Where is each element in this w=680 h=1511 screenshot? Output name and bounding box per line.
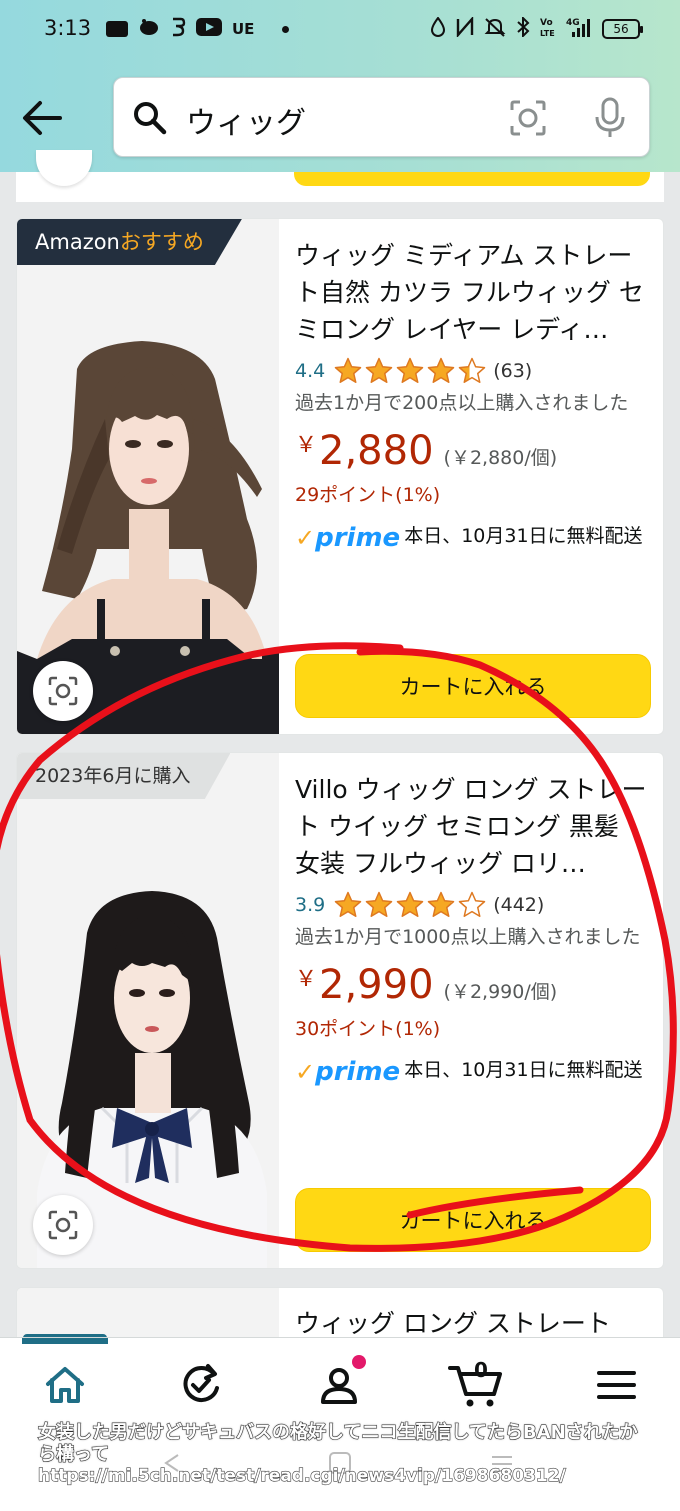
account-icon[interactable] <box>316 1362 362 1408</box>
bottom-navigation: 0 <box>0 1337 680 1433</box>
bluetooth-icon <box>516 15 530 41</box>
rating-value: 3.9 <box>295 894 326 916</box>
menu-icon[interactable] <box>594 1362 640 1408</box>
cart-button-partial[interactable] <box>294 172 650 186</box>
star-icon <box>334 891 362 917</box>
purchase-volume: 過去1か月で1000点以上購入されました <box>295 926 641 948</box>
rating-row[interactable]: 4.4 (63) <box>295 356 649 386</box>
cart-icon[interactable]: 0 <box>448 1358 504 1408</box>
battery-indicator: 56 <box>602 19 643 39</box>
back-arrow-icon[interactable] <box>20 96 64 140</box>
star-icon <box>365 357 393 383</box>
star-icon <box>334 357 362 383</box>
drop-icon <box>430 16 446 41</box>
review-count: (63) <box>493 360 533 382</box>
price: 2,990 <box>319 962 434 1008</box>
cart-count: 0 <box>474 1358 488 1382</box>
unit-price: (￥2,880/個) <box>443 447 558 469</box>
visual-search-button[interactable] <box>33 661 93 721</box>
star-icon <box>396 357 424 383</box>
price-row: ￥ 2,990 (￥2,990/個) <box>295 962 649 1008</box>
star-rating <box>333 356 487 386</box>
volte-icon: Vo LTE <box>540 16 556 42</box>
points: 30ポイント(1%) <box>295 1018 441 1040</box>
star-icon <box>365 891 393 917</box>
add-to-cart-button[interactable]: カートに入れる <box>295 654 651 718</box>
badge-recommended-text: おすすめ <box>119 230 204 254</box>
product-title[interactable]: Villo ウィッグ ロング ストレート ウイッグ セミロング 黒髪 女装 フル… <box>295 771 649 882</box>
refresh-check-icon[interactable] <box>178 1362 224 1408</box>
star-icon <box>458 357 486 383</box>
rating-value: 4.4 <box>295 360 326 382</box>
visual-search-button[interactable] <box>33 1195 93 1255</box>
rating-row[interactable]: 3.9 (442) <box>295 890 649 920</box>
piggy-icon <box>138 18 160 40</box>
camera-search-icon[interactable] <box>508 98 548 138</box>
active-tab-indicator <box>22 1338 108 1344</box>
product-info: Villo ウィッグ ロング ストレート ウイッグ セミロング 黒髪 女装 フル… <box>295 771 649 1090</box>
notification-dot <box>352 1355 366 1369</box>
prime-delivery: ✓prime 本日、10月31日に無料配送 <box>295 521 649 556</box>
previous-product-card <box>16 150 664 202</box>
points: 29ポイント(1%) <box>295 484 441 506</box>
price: 2,880 <box>319 428 434 474</box>
product-info: ウィッグ ミディアム ストレート自然 カツラ フルウィッグ セミロング レイヤー… <box>295 237 649 556</box>
overlay-caption: 女装した男だけどサキュバスの格好してニコ生配信してたらBANされたから構って <box>37 1421 638 1465</box>
signal-4g-icon: 4G <box>566 16 592 42</box>
product-image[interactable] <box>17 219 279 735</box>
product-title[interactable]: ウィッグ ロング ストレート <box>295 1304 611 1340</box>
status-right-icons: Vo LTE 4G 56 <box>430 15 643 42</box>
mute-icon <box>484 17 506 41</box>
delivery-text: 本日、10月31日に無料配送 <box>404 1059 643 1081</box>
product-title[interactable]: ウィッグ ミディアム ストレート自然 カツラ フルウィッグ セミロング レイヤー… <box>295 237 649 348</box>
carrier-tag: UE <box>232 20 255 38</box>
microphone-icon[interactable] <box>590 96 630 140</box>
star-rating <box>333 890 487 920</box>
status-bar: 3:13 UE Vo LTE 4G 56 <box>0 0 680 60</box>
status-left-icons: UE <box>106 17 290 41</box>
youtube-icon <box>196 18 222 40</box>
star-icon <box>427 357 455 383</box>
dot-icon <box>282 25 290 33</box>
add-to-cart-button[interactable]: カートに入れる <box>295 1188 651 1252</box>
prime-delivery: ✓prime 本日、10月31日に無料配送 <box>295 1055 649 1090</box>
svg-text:Vo: Vo <box>540 18 553 28</box>
product-image-pane[interactable] <box>17 219 279 734</box>
review-count: (442) <box>493 894 545 916</box>
prime-logo-icon: ✓prime <box>295 1057 401 1087</box>
star-icon <box>396 891 424 917</box>
lens-icon <box>48 1210 78 1240</box>
delivery-text: 本日、10月31日に無料配送 <box>404 525 643 547</box>
search-icon <box>132 100 168 136</box>
tv-icon <box>106 21 128 37</box>
product-card[interactable]: Amazonおすすめ ウィッグ ミディアム ストレート自然 カツラ フルウィッグ… <box>16 218 664 735</box>
status-time: 3:13 <box>44 16 92 40</box>
amazon-recommended-badge: Amazonおすすめ <box>17 219 242 265</box>
currency-symbol: ￥ <box>295 433 318 458</box>
home-icon[interactable] <box>42 1362 88 1408</box>
search-bar[interactable]: ウィッグ <box>113 77 650 157</box>
search-input[interactable]: ウィッグ <box>186 98 306 142</box>
overlay-url: https://mi.5ch.net/test/read.cgi/news4vi… <box>37 1465 566 1486</box>
lens-button-partial[interactable] <box>36 150 92 186</box>
star-icon <box>458 891 486 917</box>
prime-logo-icon: ✓prime <box>295 523 401 553</box>
lens-icon <box>48 676 78 706</box>
unit-price: (￥2,990/個) <box>443 981 558 1003</box>
nfc-icon <box>456 15 474 41</box>
badge-amazon-text: Amazon <box>35 230 120 254</box>
currency-symbol: ￥ <box>295 967 318 992</box>
app-header: 3:13 UE Vo LTE 4G 56 ウィッグ <box>0 0 680 172</box>
svg-text:4G: 4G <box>566 18 580 28</box>
product-image-pane[interactable] <box>17 753 279 1268</box>
product-image[interactable] <box>17 753 279 1269</box>
product-card[interactable]: 2023年6月に購入 Villo ウィッグ ロング ストレート ウイッグ セミロ… <box>16 752 664 1269</box>
svg-text:LTE: LTE <box>540 29 555 38</box>
purchased-badge: 2023年6月に購入 <box>17 753 231 799</box>
star-icon <box>427 891 455 917</box>
app-icon <box>170 17 186 41</box>
purchase-volume: 過去1か月で200点以上購入されました <box>295 392 629 414</box>
price-row: ￥ 2,880 (￥2,880/個) <box>295 428 649 474</box>
